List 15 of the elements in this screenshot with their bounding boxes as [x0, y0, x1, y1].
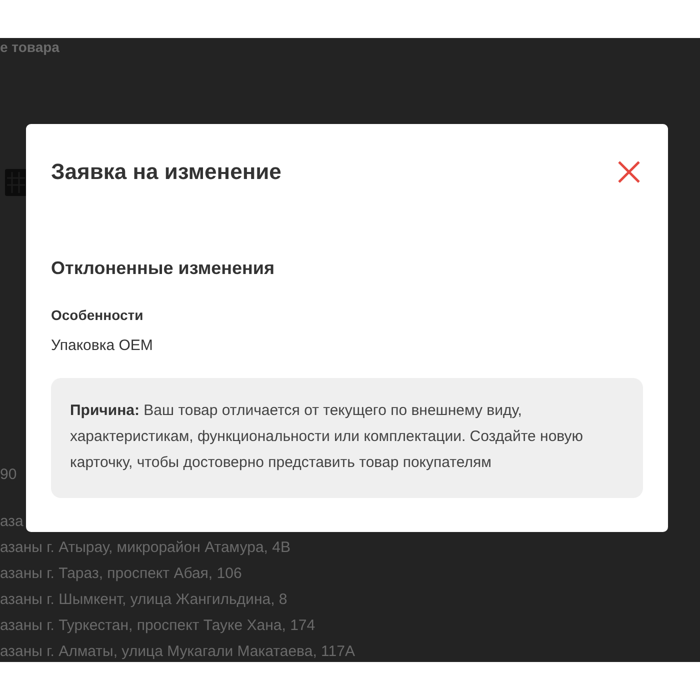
page-heading: е товара — [0, 39, 60, 55]
grid-icon — [5, 169, 27, 196]
address-text: азаны г. Шымкент, улица Жангильдина, 8 — [0, 590, 288, 610]
field-value: Упаковка OEM — [51, 337, 153, 354]
close-icon — [618, 161, 640, 183]
section-title: Отклоненные изменения — [51, 258, 274, 279]
field-label: Особенности — [51, 307, 144, 323]
address-text: азаны г. Туркестан, проспект Тауке Хана, 174 — [0, 616, 316, 636]
modal-title: Заявка на изменение — [51, 159, 282, 185]
price-text: 90 — [0, 466, 17, 483]
reason-text: Причина: Ваш товар отличается от текущего по внешнему виду, характеристикам, функциональности или комплектации. Создайте новую карточку, чтобы достоверно представить товар покупателям — [51, 378, 643, 498]
address-text: азаны г. Атырау, микрорайон Атамура, 4В — [0, 538, 290, 558]
address-text: аза — [0, 512, 24, 532]
address-text: азаны г. Тараз, проспект Абая, 106 — [0, 564, 242, 584]
address-text: азаны г. Алматы, улица Мукагали Макатаева, 117А — [0, 642, 355, 662]
